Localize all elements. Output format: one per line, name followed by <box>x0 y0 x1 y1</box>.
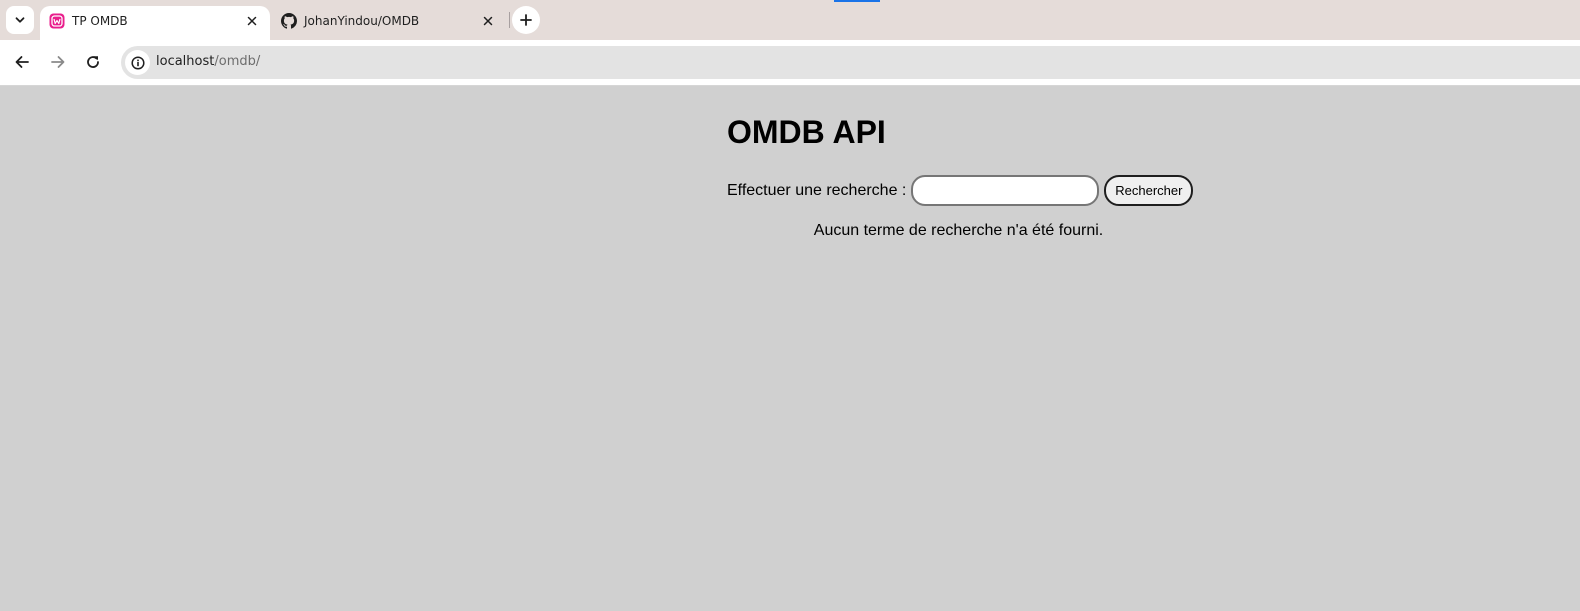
url-text: localhost/omdb/ <box>156 54 260 69</box>
tab-strip: TP OMDB JohanYindou/OMDB <box>0 0 1580 40</box>
plus-icon <box>520 14 532 26</box>
info-icon <box>130 55 145 70</box>
forward-button[interactable] <box>45 49 71 75</box>
back-button[interactable] <box>9 49 35 75</box>
url-host: localhost <box>156 54 215 69</box>
close-tab-icon[interactable] <box>480 13 496 29</box>
search-label: Effectuer une recherche : <box>727 181 907 199</box>
search-input[interactable] <box>911 175 1100 206</box>
new-tab-button[interactable] <box>512 6 540 34</box>
arrow-right-icon <box>51 56 65 68</box>
tab-search-button[interactable] <box>6 6 34 34</box>
tab-github-omdb[interactable]: JohanYindou/OMDB <box>272 6 506 40</box>
url-path: /omdb/ <box>214 54 261 69</box>
tab-strip-indicator <box>834 0 880 2</box>
reload-button[interactable] <box>80 49 106 75</box>
arrow-left-icon <box>15 56 29 68</box>
github-icon <box>281 13 297 29</box>
tab-tp-omdb[interactable]: TP OMDB <box>40 6 270 40</box>
tab-title: TP OMDB <box>72 14 128 28</box>
browser-toolbar: localhost/omdb/ <box>0 40 1580 86</box>
wamp-icon <box>49 13 65 29</box>
search-form: Effectuer une recherche : Rechercher <box>727 175 1194 206</box>
close-tab-icon[interactable] <box>244 13 260 29</box>
no-search-term-message: Aucun terme de recherche n'a été fourni. <box>813 222 1104 239</box>
page-viewport: OMDB API Effectuer une recherche : Reche… <box>0 86 1580 611</box>
reload-icon <box>87 56 99 68</box>
tab-divider <box>509 12 510 28</box>
page-title: OMDB API <box>727 114 886 150</box>
chevron-down-icon <box>15 17 25 23</box>
search-button[interactable]: Rechercher <box>1104 175 1194 206</box>
tab-title: JohanYindou/OMDB <box>304 14 420 28</box>
address-bar[interactable]: localhost/omdb/ <box>121 46 1580 79</box>
site-info-button[interactable] <box>125 50 150 75</box>
